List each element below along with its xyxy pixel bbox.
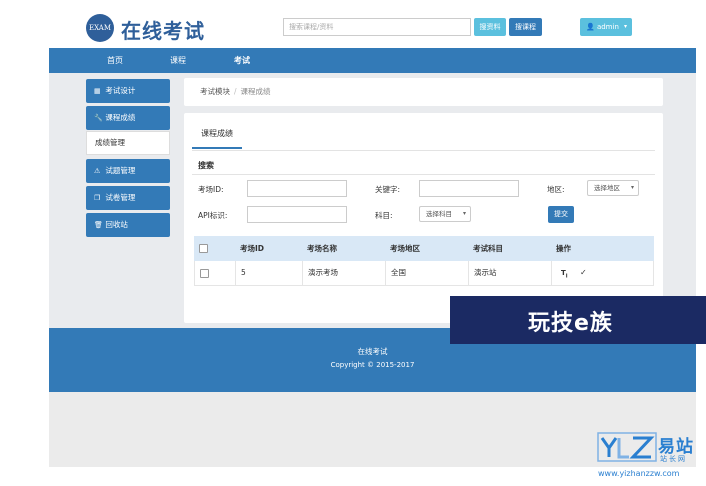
user-name: admin: [596, 23, 619, 31]
sidebar-subitem-score-management[interactable]: 成绩管理: [86, 131, 170, 155]
trash-icon: 🗑: [94, 221, 103, 229]
table-header: 考场ID 考场名称 考场地区 考试科目 操作: [194, 236, 654, 261]
region-select[interactable]: 选择地区 ▾: [587, 180, 639, 196]
sidebar-item-label: 考试设计: [105, 86, 136, 95]
column-header: 考场地区: [390, 244, 420, 253]
sidebar-item-question-management[interactable]: ⚠ 试题管理: [86, 159, 170, 183]
search-divider: [192, 174, 655, 175]
chevron-down-icon: ▾: [462, 210, 466, 217]
grid-icon: ▦: [94, 87, 101, 95]
keyword-input[interactable]: [419, 180, 519, 197]
table-row: 5 演示考场 全国 演示站 TI ✓: [194, 261, 654, 286]
site-logo: [597, 432, 659, 462]
chevron-down-icon: ▾: [630, 184, 634, 191]
watermark-site-sub: 站长网: [660, 455, 687, 463]
row-checkbox[interactable]: [200, 269, 209, 278]
app-title: 在线考试: [121, 19, 205, 43]
column-header: 考场ID: [240, 244, 265, 253]
region-label: 地区:: [547, 185, 565, 194]
keyword-label: 关键字:: [375, 185, 401, 194]
nav-item-home[interactable]: 首页: [107, 48, 123, 73]
copy-icon: ❐: [94, 194, 101, 202]
subject-select-value: 选择科目: [426, 210, 452, 218]
breadcrumb-current: 课程成绩: [240, 87, 271, 96]
sidebar-item-label: 回收站: [105, 220, 128, 229]
column-header: 操作: [556, 244, 571, 253]
cell-divider: [551, 261, 552, 285]
watermark-banner: 玩技e族: [450, 296, 706, 344]
main-nav: 首页 课程 考试: [49, 48, 696, 73]
page: EXAM 在线考试 搜资料 搜课程 👤 admin ▾ 首页 课程 考试 ▦ 考…: [0, 0, 706, 486]
sidebar-item-course-scores[interactable]: 🔧 课程成绩: [86, 106, 170, 130]
watermark-banner-text: 玩技e族: [528, 311, 613, 336]
search-material-button[interactable]: 搜资料: [474, 18, 506, 36]
footer-copyright: Copyright © 2015-2017: [330, 361, 415, 369]
submit-button[interactable]: 提交: [548, 206, 574, 223]
user-icon: 👤: [586, 23, 595, 31]
text-format-icon[interactable]: TI: [561, 261, 568, 285]
exam-id-input[interactable]: [247, 180, 347, 197]
breadcrumb-root[interactable]: 考试模块: [200, 87, 230, 96]
sidebar-item-label: 试卷管理: [105, 193, 136, 202]
breadcrumb-separator: /: [234, 87, 237, 96]
column-header: 考场名称: [307, 244, 337, 253]
cell-exam-id: 5: [241, 268, 246, 277]
edit-icon[interactable]: ✓: [580, 261, 587, 285]
main-panel: 课程成绩 搜索 考场ID: 关键字: 地区: 选择地区 ▾ API标识: 科目:…: [184, 113, 663, 323]
cell-exam-region: 全国: [391, 268, 406, 277]
cell-exam-name: 演示考场: [308, 268, 338, 277]
tab-divider: [192, 150, 655, 151]
nav-item-course[interactable]: 课程: [170, 48, 186, 73]
column-header: 考试科目: [473, 244, 503, 253]
nav-item-exam[interactable]: 考试: [234, 48, 250, 73]
cell-divider: [302, 261, 303, 285]
select-all-checkbox[interactable]: [199, 244, 208, 253]
subject-select[interactable]: 选择科目 ▾: [419, 206, 471, 222]
logo-badge: EXAM: [86, 14, 114, 42]
cell-divider: [235, 261, 236, 285]
search-input[interactable]: [283, 18, 471, 36]
tab-course-scores[interactable]: 课程成绩: [192, 123, 242, 149]
sidebar-item-paper-management[interactable]: ❐ 试卷管理: [86, 186, 170, 210]
user-menu-button[interactable]: 👤 admin ▾: [580, 18, 632, 36]
api-input[interactable]: [247, 206, 347, 223]
subject-label: 科目:: [375, 211, 393, 220]
api-label: API标识:: [198, 211, 228, 220]
sidebar-item-exam-design[interactable]: ▦ 考试设计: [86, 79, 170, 103]
cell-exam-subject: 演示站: [474, 268, 497, 277]
region-select-value: 选择地区: [594, 184, 620, 192]
cell-divider: [468, 261, 469, 285]
sidebar-item-label: 课程成绩: [105, 113, 136, 122]
search-section-title: 搜索: [198, 161, 214, 170]
search-course-button[interactable]: 搜课程: [509, 18, 542, 36]
exam-id-label: 考场ID:: [198, 185, 224, 194]
cell-divider: [385, 261, 386, 285]
warning-icon: ⚠: [94, 167, 101, 175]
sidebar-item-label: 试题管理: [105, 166, 136, 175]
watermark-url: www.yizhanzzw.com: [598, 469, 680, 478]
top-header: EXAM 在线考试 搜资料 搜课程 👤 admin ▾: [0, 0, 706, 48]
caret-down-icon: ▾: [623, 23, 627, 30]
breadcrumb: 考试模块 / 课程成绩: [184, 78, 663, 106]
sidebar-item-recycle-bin[interactable]: 🗑 回收站: [86, 213, 170, 237]
footer-title: 在线考试: [357, 347, 388, 356]
wrench-icon: 🔧: [94, 114, 103, 122]
